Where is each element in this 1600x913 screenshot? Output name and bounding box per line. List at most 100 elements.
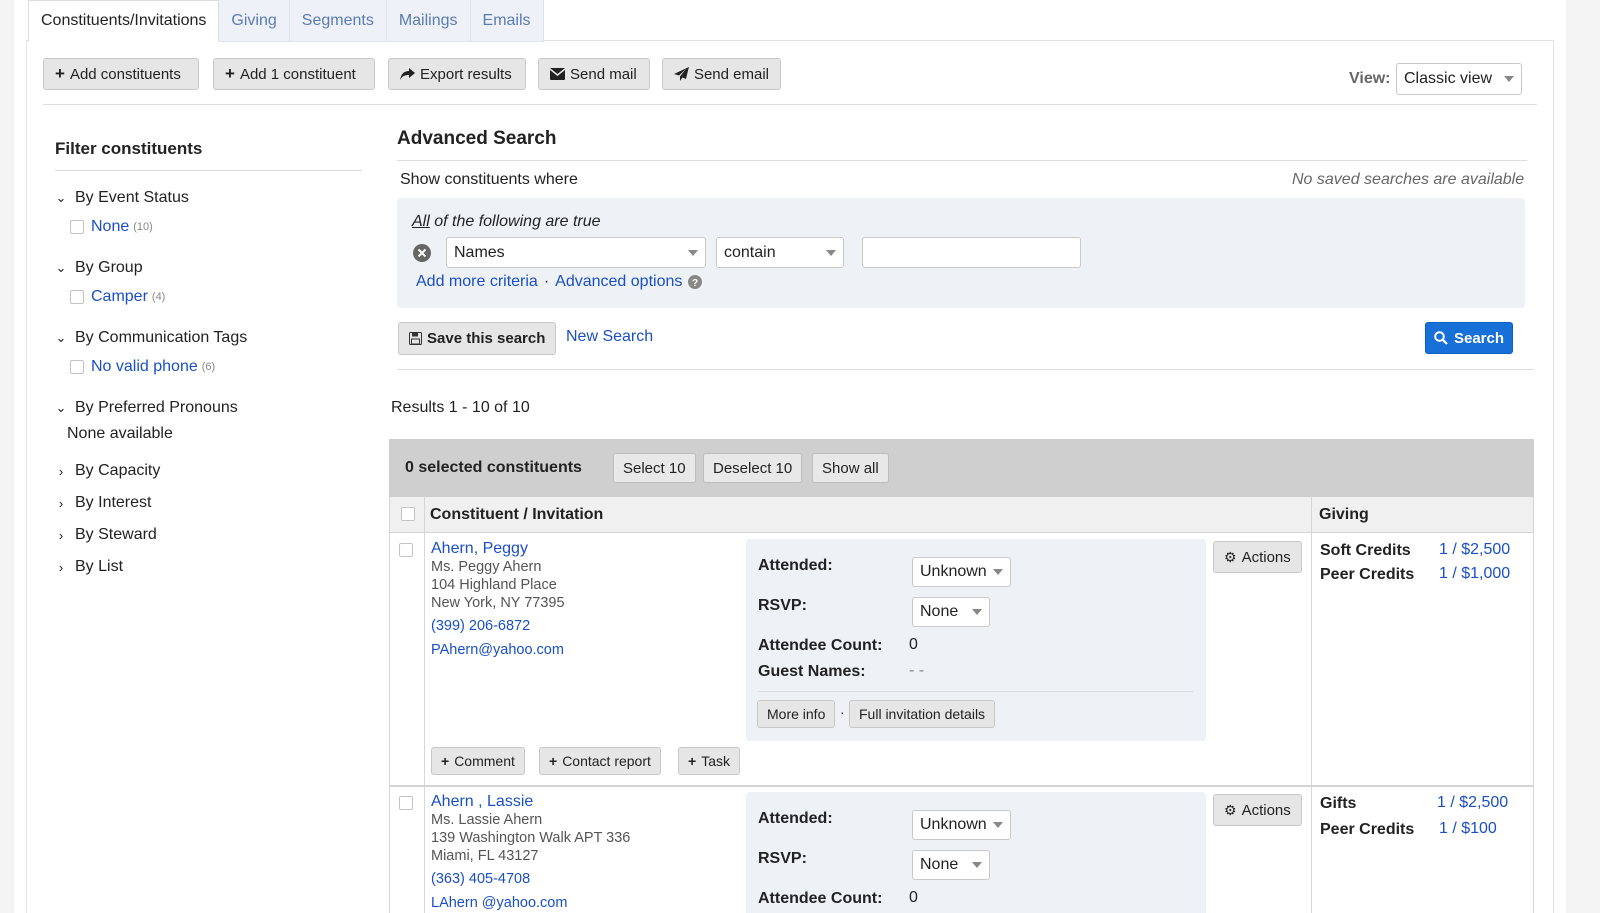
row-checkbox[interactable] [399, 543, 413, 557]
tab-constituents[interactable]: Constituents/Invitations [28, 0, 220, 42]
results-header: Constituent / Invitation Giving [389, 497, 1534, 533]
grid-line [424, 497, 425, 913]
send-mail-button[interactable]: Send mail [538, 58, 650, 90]
advanced-options-link[interactable]: Advanced options [555, 273, 682, 291]
guest-names-label: Guest Names: [758, 663, 866, 680]
constituent-phone-link[interactable]: (399) 206-6872 [431, 617, 530, 635]
filter-item-camper[interactable]: Camper (4) [70, 288, 165, 306]
row-checkbox[interactable] [399, 796, 413, 810]
add-one-constituent-button[interactable]: + Add 1 constituent [213, 58, 375, 90]
select-all-checkbox[interactable] [401, 507, 415, 521]
attended-select[interactable]: Unknown [912, 810, 1011, 840]
checkbox[interactable] [70, 220, 84, 234]
constituent-name-link[interactable]: Ahern , Lassie [431, 793, 533, 811]
select-10-button[interactable]: Select 10 [613, 453, 696, 483]
plus-icon: + [688, 753, 697, 769]
more-info-button[interactable]: More info [757, 700, 836, 728]
rsvp-select[interactable]: None [912, 597, 990, 627]
svg-text:?: ? [692, 278, 698, 289]
attendee-count-label: Attendee Count: [758, 890, 883, 907]
row-divider [389, 785, 1534, 787]
chevron-down-icon: ⌄ [55, 400, 67, 415]
deselect-10-button[interactable]: Deselect 10 [703, 453, 803, 483]
chevron-down-icon [972, 609, 982, 615]
add-more-criteria-link[interactable]: Add more criteria [416, 273, 538, 291]
constituent-email-link[interactable]: PAhern@yahoo.com [431, 641, 564, 659]
plus-icon: + [225, 64, 235, 83]
criteria-value-input[interactable] [862, 237, 1081, 268]
column-giving[interactable]: Giving [1319, 506, 1369, 524]
filter-group-steward[interactable]: › By Steward [55, 526, 157, 544]
plus-icon: + [55, 64, 65, 83]
constituent-address-line2: Miami, FL 43127 [431, 848, 539, 864]
chevron-down-icon [826, 249, 836, 256]
giving-label: Soft Credits [1320, 542, 1411, 559]
chevron-down-icon [1504, 76, 1514, 82]
paper-plane-icon [674, 67, 689, 81]
checkbox[interactable] [70, 290, 84, 304]
filter-group-communication-tags[interactable]: ⌄ By Communication Tags [55, 329, 248, 347]
giving-value-link[interactable]: 1 / $100 [1439, 820, 1497, 838]
attended-select[interactable]: Unknown [912, 557, 1011, 587]
search-divider [397, 160, 1527, 161]
attendee-count-value: 0 [909, 889, 918, 906]
results-count: Results 1 - 10 of 10 [391, 399, 530, 416]
full-invitation-details-button[interactable]: Full invitation details [849, 700, 996, 728]
chevron-right-icon: › [58, 463, 64, 479]
export-results-button[interactable]: Export results [388, 58, 526, 90]
tab-mailings[interactable]: Mailings [386, 0, 471, 42]
floppy-disk-icon [409, 332, 422, 345]
tab-giving[interactable]: Giving [219, 0, 290, 42]
add-contact-report-button[interactable]: + Contact report [539, 747, 661, 775]
constituent-phone-link[interactable]: (363) 405-4708 [431, 870, 530, 888]
rsvp-label: RSVP: [758, 850, 807, 867]
criteria-field-select[interactable]: Names [446, 237, 706, 268]
actions-button[interactable]: ⚙ Actions [1213, 541, 1302, 573]
selection-bar: 0 selected constituents Select 10 Desele… [389, 439, 1534, 497]
tab-segments[interactable]: Segments [289, 0, 387, 42]
chevron-down-icon [993, 569, 1003, 575]
chevron-down-icon [993, 822, 1003, 828]
send-email-button[interactable]: Send email [662, 58, 781, 90]
filter-group-event-status[interactable]: ⌄ By Event Status [55, 189, 189, 207]
grid-line [1533, 497, 1534, 913]
add-task-button[interactable]: + Task [678, 747, 740, 775]
add-constituents-button[interactable]: + Add constituents [43, 58, 199, 90]
criteria-links: Add more criteria · Advanced options ? [416, 273, 703, 291]
filter-item-none[interactable]: None (10) [70, 218, 153, 236]
search-button[interactable]: Search [1425, 322, 1513, 354]
rsvp-select[interactable]: None [912, 850, 990, 880]
filter-group-capacity[interactable]: › By Capacity [55, 462, 161, 480]
help-icon[interactable]: ? [688, 275, 703, 289]
giving-value-link[interactable]: 1 / $2,500 [1437, 794, 1508, 812]
separator-dot: · [840, 704, 845, 720]
criteria-operator-select[interactable]: contain [716, 237, 844, 268]
giving-value-link[interactable]: 1 / $1,000 [1439, 565, 1510, 583]
constituent-address-line1: 139 Washington Walk APT 336 [431, 830, 631, 846]
tab-emails[interactable]: Emails [470, 0, 544, 42]
filter-group-preferred-pronouns[interactable]: ⌄ By Preferred Pronouns [55, 399, 238, 417]
constituent-name-link[interactable]: Ahern, Peggy [431, 540, 528, 558]
pronouns-none-available: None available [67, 425, 173, 442]
column-constituent[interactable]: Constituent / Invitation [430, 506, 603, 524]
constituent-address-line1: 104 Highland Place [431, 577, 557, 593]
checkbox[interactable] [70, 360, 84, 374]
save-search-button[interactable]: Save this search [398, 322, 557, 355]
filter-group-interest[interactable]: › By Interest [55, 494, 152, 512]
filter-item-no-valid-phone[interactable]: No valid phone (6) [70, 358, 215, 376]
invitation-divider [758, 691, 1193, 692]
new-search-link[interactable]: New Search [566, 328, 653, 346]
remove-criteria-icon[interactable] [413, 244, 431, 262]
chevron-down-icon [688, 249, 698, 256]
constituent-email-link[interactable]: LAhern @yahoo.com [431, 894, 567, 912]
view-select[interactable]: Classic view [1396, 63, 1522, 95]
actions-button[interactable]: ⚙ Actions [1213, 794, 1302, 826]
rsvp-label: RSVP: [758, 597, 807, 614]
add-comment-button[interactable]: + Comment [431, 747, 525, 775]
giving-value-link[interactable]: 1 / $2,500 [1439, 541, 1510, 559]
guest-names-value: - - [909, 662, 925, 679]
filter-group-list[interactable]: › By List [55, 558, 123, 576]
filter-group-group[interactable]: ⌄ By Group [55, 259, 143, 277]
chevron-right-icon: › [58, 527, 64, 543]
show-all-button[interactable]: Show all [812, 453, 889, 483]
